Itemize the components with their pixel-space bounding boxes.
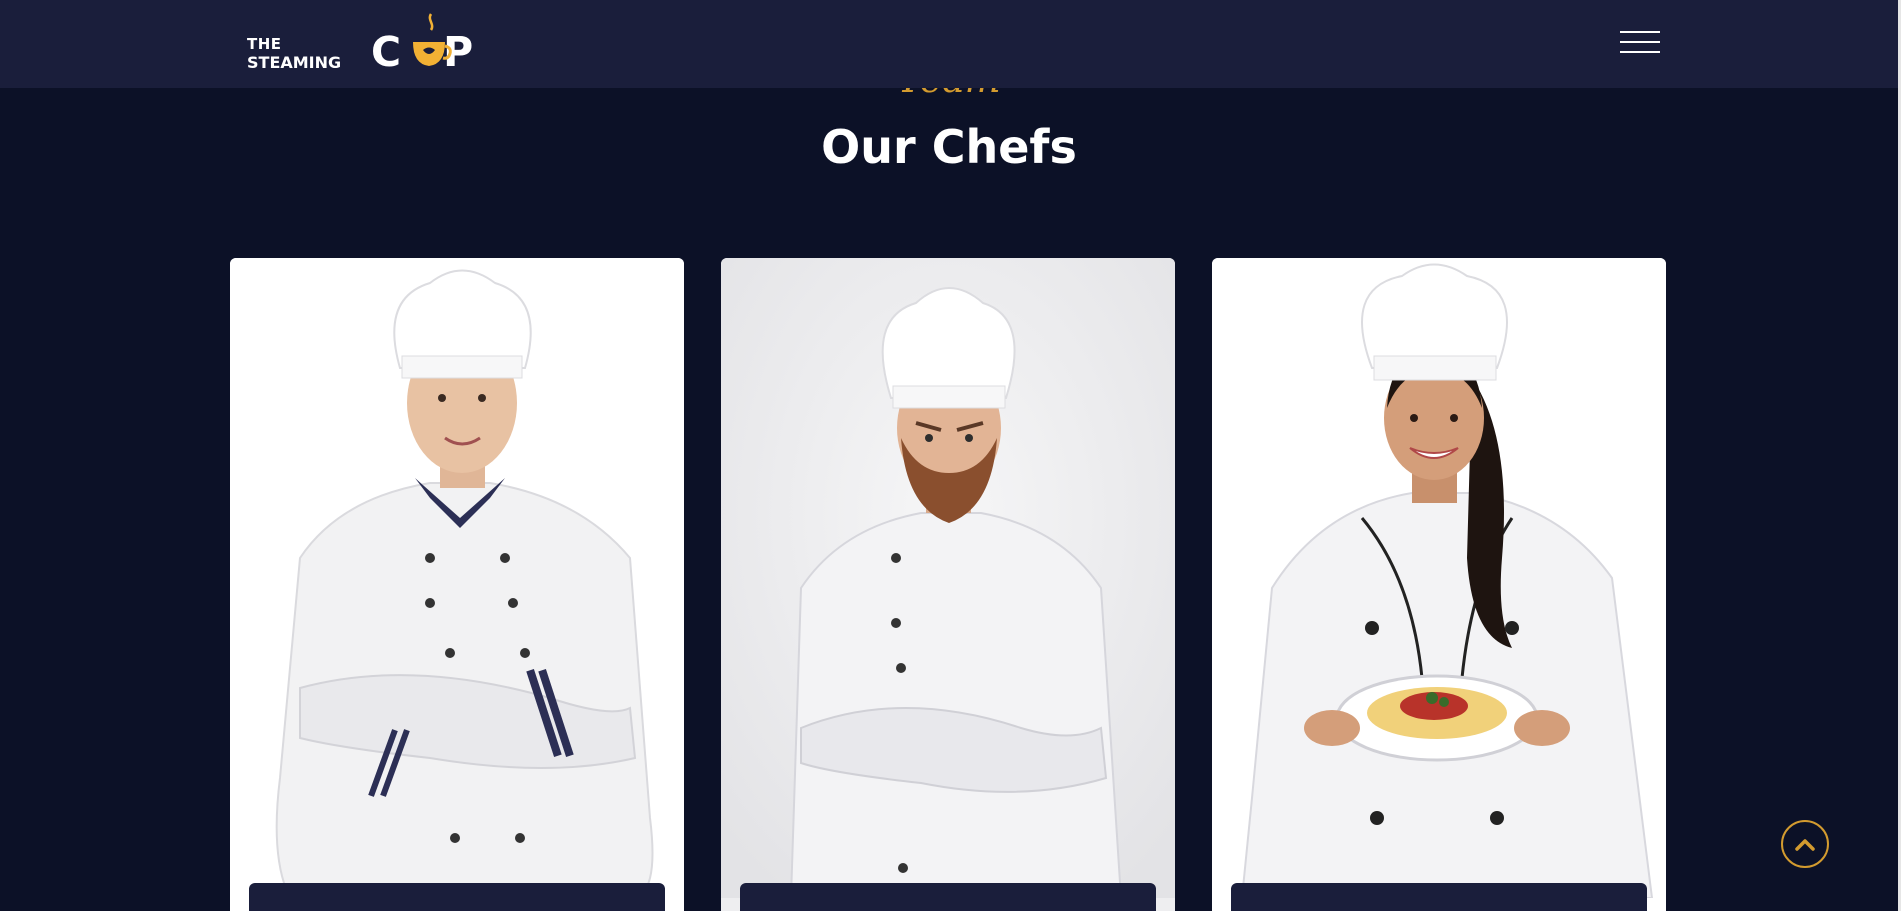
- site-header: THE STEAMING CP: [0, 0, 1898, 88]
- chef-photo-male-smiling: [230, 258, 684, 898]
- hamburger-menu-icon[interactable]: [1620, 31, 1660, 57]
- chef-photo-bearded-serious: [721, 258, 1175, 898]
- back-to-top-button[interactable]: [1781, 820, 1829, 868]
- chef-card[interactable]: [1212, 258, 1666, 911]
- chef-nameplate: [1231, 883, 1647, 911]
- chef-photo-female-pasta: [1212, 258, 1666, 898]
- chef-card[interactable]: [230, 258, 684, 911]
- logo-word-steaming: STEAMING: [247, 53, 342, 72]
- section-title: Our Chefs: [821, 120, 1077, 174]
- chef-nameplate: [740, 883, 1156, 911]
- coffee-cup-icon: [413, 13, 452, 66]
- chef-nameplate: [249, 883, 665, 911]
- logo-word-the: THE: [247, 35, 282, 53]
- chevron-up-icon: [1795, 839, 1815, 851]
- chef-card[interactable]: [721, 258, 1175, 911]
- site-logo[interactable]: THE STEAMING CP: [247, 12, 487, 78]
